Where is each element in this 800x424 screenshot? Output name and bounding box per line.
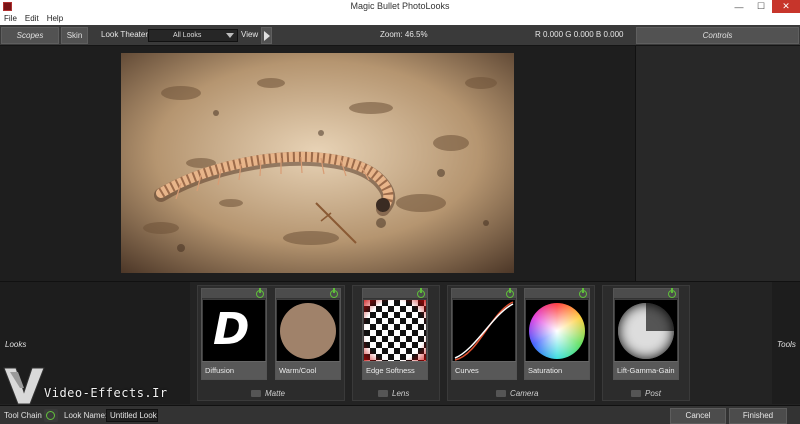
photo-centipede: [121, 53, 514, 273]
controls-header[interactable]: Controls: [636, 27, 799, 44]
tool-name: Diffusion: [202, 361, 266, 379]
tools-label[interactable]: Tools: [777, 340, 796, 349]
tool-name: Edge Softness: [363, 361, 427, 379]
title-bar: Magic Bullet PhotoLooks — ☐ ✕: [0, 0, 800, 13]
lift-gamma-gain-thumbnail: [615, 300, 677, 362]
tool-chain-label: Tool Chain: [4, 411, 42, 420]
tool-name: Warm/Cool: [276, 361, 340, 379]
cancel-button[interactable]: Cancel: [670, 408, 726, 424]
saturation-thumbnail: [526, 300, 588, 362]
looks-label[interactable]: Looks: [5, 340, 26, 349]
watermark-logo: [3, 367, 45, 405]
finished-button[interactable]: Finished: [729, 408, 787, 424]
skin-button[interactable]: Skin: [61, 27, 88, 44]
power-icon[interactable]: [506, 288, 514, 298]
menu-file[interactable]: File: [0, 13, 21, 25]
diffusion-letter: D: [213, 304, 250, 355]
controls-panel: [635, 46, 800, 281]
power-icon: [46, 411, 55, 420]
camera-icon: [251, 390, 261, 397]
group-label-matte: Matte: [251, 389, 285, 398]
lgg-wheel: [618, 303, 674, 359]
menu-bar: File Edit Help: [0, 13, 800, 25]
window-controls: — ☐ ✕: [728, 0, 800, 13]
tool-warm-cool[interactable]: Warm/Cool: [275, 288, 341, 380]
play-icon[interactable]: [261, 27, 272, 44]
close-button[interactable]: ✕: [772, 0, 800, 13]
edge-softness-thumbnail: [364, 300, 426, 362]
tool-name: Curves: [452, 361, 516, 379]
film-icon: [631, 390, 641, 397]
view-label[interactable]: View: [241, 30, 258, 39]
chevron-down-icon: [226, 33, 234, 38]
power-icon[interactable]: [417, 288, 425, 298]
lens-icon: [378, 390, 388, 397]
group-label-camera: Camera: [496, 389, 538, 398]
tool-diffusion[interactable]: D Diffusion: [201, 288, 267, 380]
curves-thumbnail: [453, 300, 515, 362]
diffusion-thumbnail: D: [203, 300, 265, 362]
minimize-button[interactable]: —: [728, 0, 750, 13]
group-label-lens: Lens: [378, 389, 409, 398]
group-label-post: Post: [631, 389, 661, 398]
rgb-readout: R 0.000 G 0.000 B 0.000: [535, 30, 624, 39]
maximize-button[interactable]: ☐: [750, 0, 772, 13]
image-preview[interactable]: [121, 53, 514, 273]
menu-help[interactable]: Help: [43, 13, 67, 25]
scopes-button[interactable]: Scopes: [1, 27, 59, 44]
tool-name: Saturation: [525, 361, 589, 379]
camera-icon: [496, 390, 506, 397]
tool-saturation[interactable]: Saturation: [524, 288, 590, 380]
look-category-value: All Looks: [173, 32, 202, 39]
look-name-label: Look Name:: [64, 411, 108, 420]
window-title: Magic Bullet PhotoLooks: [350, 1, 450, 11]
power-icon[interactable]: [668, 288, 676, 298]
power-icon[interactable]: [256, 288, 264, 298]
look-theater-label: Look Theater: [101, 30, 148, 39]
look-category-select[interactable]: All Looks: [148, 29, 238, 42]
warm-cool-swatch: [280, 303, 336, 359]
tool-curves[interactable]: Curves: [451, 288, 517, 380]
tool-lift-gamma-gain[interactable]: Lift-Gamma-Gain: [613, 288, 679, 380]
curve-graph: [454, 301, 514, 361]
look-name-field[interactable]: Untitled Look: [106, 409, 158, 422]
tool-name: Lift-Gamma-Gain: [614, 361, 678, 379]
top-toolbar: Scopes Skin Look Theater All Looks View …: [0, 25, 800, 46]
tool-edge-softness[interactable]: Edge Softness: [362, 288, 428, 380]
tool-chain-toggle[interactable]: [44, 409, 58, 422]
power-icon[interactable]: [330, 288, 338, 298]
zoom-readout: Zoom: 46.5%: [380, 30, 428, 39]
power-icon[interactable]: [579, 288, 587, 298]
color-wheel: [529, 303, 585, 359]
menu-edit[interactable]: Edit: [21, 13, 43, 25]
warm-cool-thumbnail: [277, 300, 339, 362]
watermark-text: Video-Effects.Ir: [44, 386, 168, 400]
